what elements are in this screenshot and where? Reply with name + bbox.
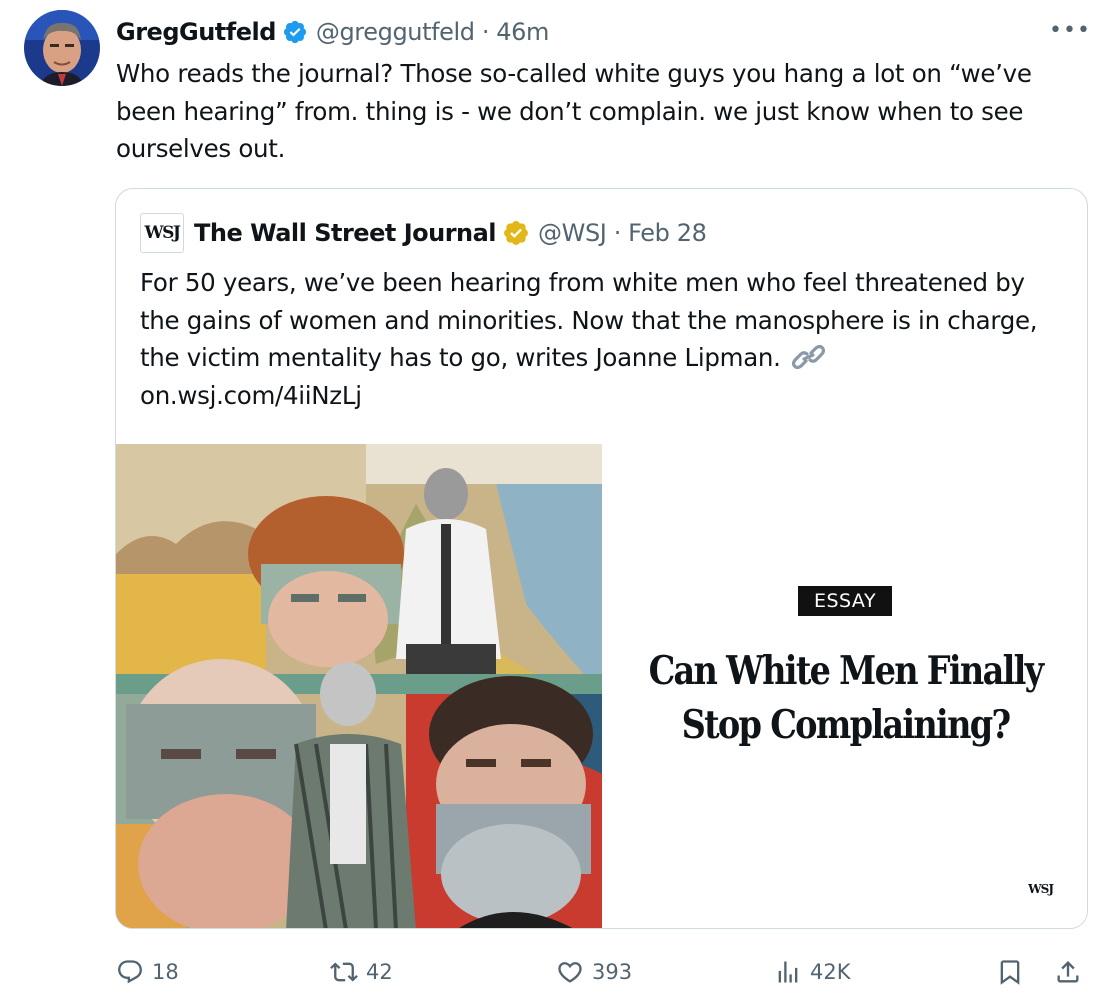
views-icon	[778, 961, 798, 983]
views-button[interactable]: 42K	[774, 952, 851, 992]
quoted-tweet[interactable]: WSJ The Wall Street Journal @WSJ · Feb 2…	[115, 188, 1088, 929]
avatar[interactable]	[24, 10, 100, 86]
article-title-line-1: Can White Men Finally	[648, 648, 1045, 694]
like-icon	[558, 962, 582, 983]
tweet-text: Who reads the journal? Those so-called w…	[116, 59, 1032, 163]
action-bar: 18 42 393 42K	[116, 952, 1088, 992]
collage-image	[116, 444, 602, 928]
article-link[interactable]: on.wsj.com/4iiNzLj	[140, 381, 362, 410]
like-button[interactable]: 393	[556, 952, 632, 992]
author-name[interactable]: GregGutfeld	[116, 18, 276, 46]
repost-icon	[330, 962, 358, 982]
like-count: 393	[592, 960, 633, 984]
link-icon	[792, 343, 826, 370]
share-button[interactable]	[1054, 952, 1082, 992]
article-title-line-2: Stop Complaining?	[681, 702, 1012, 748]
quote-handle-time[interactable]: @WSJ · Feb 28	[538, 219, 707, 247]
wsj-brand-mark: WSJ	[1028, 882, 1054, 896]
bookmark-button[interactable]	[996, 952, 1024, 992]
article-title: Can White Men Finally Stop Complaining?	[645, 644, 1047, 752]
reply-count: 18	[152, 960, 179, 984]
more-icon[interactable]: •••	[1049, 18, 1090, 43]
reply-icon	[118, 960, 142, 984]
article-card-image[interactable]: ESSAY Can White Men Finally Stop Complai…	[116, 444, 1087, 928]
quote-avatar[interactable]: WSJ	[140, 213, 184, 253]
repost-button[interactable]: 42	[330, 952, 393, 992]
essay-badge: ESSAY	[798, 586, 892, 616]
views-count: 42K	[810, 960, 851, 984]
quote-author-name[interactable]: The Wall Street Journal	[194, 219, 497, 247]
author-handle-time[interactable]: @greggutfeld · 46m	[316, 18, 550, 46]
verified-icon[interactable]	[282, 19, 308, 45]
gold-verified-icon[interactable]	[502, 219, 530, 247]
quote-header: WSJ The Wall Street Journal @WSJ · Feb 2…	[140, 213, 707, 253]
reply-button[interactable]: 18	[116, 952, 179, 992]
share-icon	[1057, 961, 1079, 983]
bookmark-icon	[1000, 960, 1020, 985]
article-title-panel: ESSAY Can White Men Finally Stop Complai…	[602, 444, 1087, 928]
quote-body: For 50 years, we’ve been hearing from wh…	[140, 268, 1038, 372]
quote-text: For 50 years, we’ve been hearing from wh…	[140, 264, 1070, 414]
tweet-header: GregGutfeld @greggutfeld · 46m	[116, 14, 549, 50]
repost-count: 42	[366, 960, 393, 984]
